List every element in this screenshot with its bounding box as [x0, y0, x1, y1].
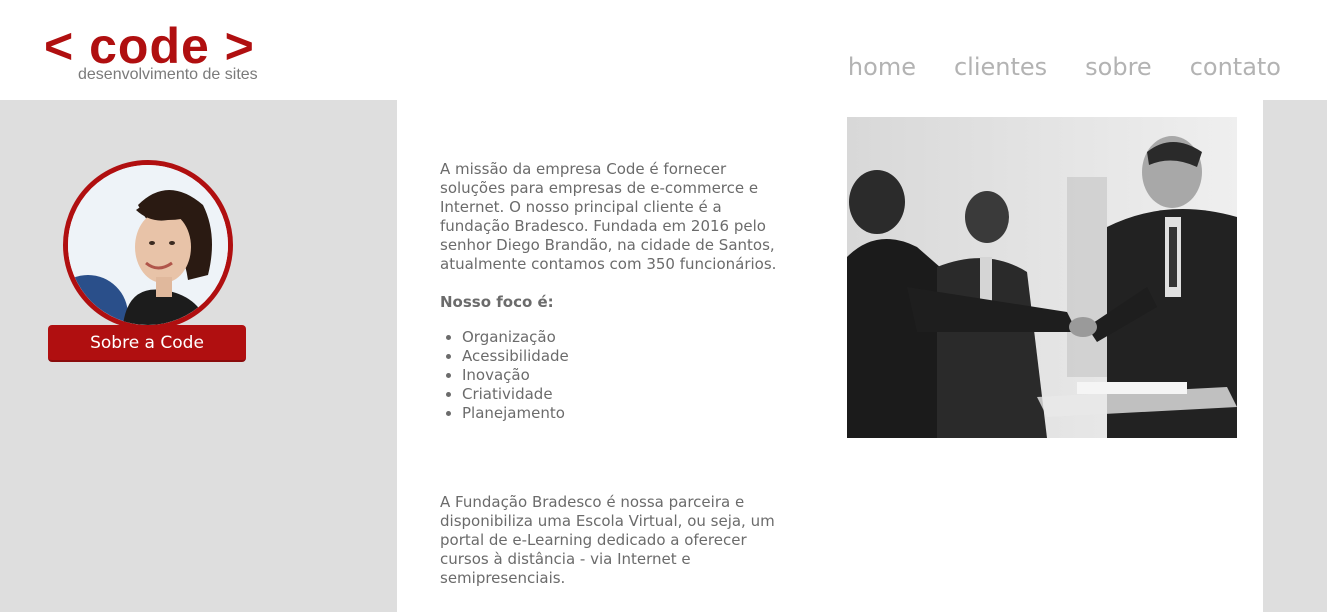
mission-section: A missão da empresa Code é fornecer solu…	[440, 160, 790, 423]
main-content: A missão da empresa Code é fornecer solu…	[397, 100, 1263, 612]
list-item: Organização	[462, 328, 790, 347]
list-item: Inovação	[462, 366, 790, 385]
site-header: < code > desenvolvimento de sites home c…	[0, 0, 1327, 100]
nav-sobre[interactable]: sobre	[1085, 52, 1152, 82]
logo-tagline: desenvolvimento de sites	[78, 66, 258, 83]
about-code-button[interactable]: Sobre a Code	[48, 325, 246, 362]
partner-text: A Fundação Bradesco é nossa parceira e d…	[440, 493, 775, 587]
mission-text: A missão da empresa Code é fornecer solu…	[440, 160, 777, 273]
left-sidebar: Sobre a Code	[0, 100, 397, 612]
list-item: Planejamento	[462, 404, 790, 423]
handshake-image	[847, 117, 1237, 438]
list-item: Criatividade	[462, 385, 790, 404]
nav-contato[interactable]: contato	[1190, 52, 1281, 82]
main-nav: home clientes sobre contato	[848, 52, 1281, 82]
business-meeting-photo	[847, 117, 1237, 438]
nav-clientes[interactable]: clientes	[954, 52, 1047, 82]
avatar	[63, 160, 233, 330]
focus-title: Nosso foco é:	[440, 293, 554, 311]
nav-home[interactable]: home	[848, 52, 916, 82]
focus-list: Organização Acessibilidade Inovação Cria…	[462, 328, 790, 423]
right-sidebar	[1263, 100, 1327, 612]
woman-portrait-image	[68, 165, 228, 325]
logo[interactable]: < code > desenvolvimento de sites	[44, 18, 284, 88]
list-item: Acessibilidade	[462, 347, 790, 366]
